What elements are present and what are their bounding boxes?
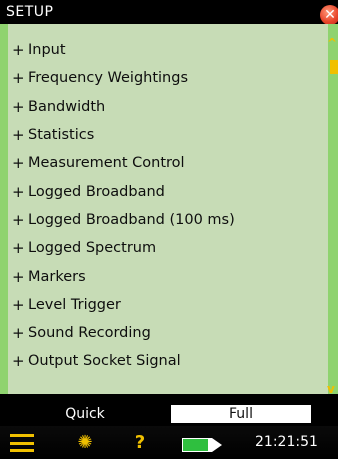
menu-item-input[interactable]: + Input bbox=[8, 36, 328, 64]
menu-item-label: Bandwidth bbox=[28, 98, 106, 115]
lightbulb-icon[interactable]: ✺ bbox=[74, 432, 96, 454]
chevron-up-icon[interactable]: ^ bbox=[327, 36, 337, 50]
scroll-thumb[interactable] bbox=[330, 60, 338, 74]
setup-menu-list: + Input + Frequency Weightings + Bandwid… bbox=[8, 24, 328, 376]
menu-item-label: Logged Broadband (100 ms) bbox=[28, 211, 235, 228]
left-accent-stripe bbox=[0, 24, 8, 394]
clock-time: 21:21:51 bbox=[255, 434, 318, 450]
window-title: SETUP bbox=[6, 4, 54, 20]
menu-item-output-socket-signal[interactable]: + Output Socket Signal bbox=[8, 347, 328, 375]
expand-icon: + bbox=[12, 182, 25, 201]
battery-icon[interactable] bbox=[182, 437, 222, 452]
expand-icon: + bbox=[12, 267, 25, 286]
menu-item-label: Sound Recording bbox=[28, 325, 151, 342]
vertical-scrollbar[interactable]: ^ v bbox=[327, 24, 338, 396]
status-bar: ✺ ? 21:21:51 bbox=[0, 426, 338, 459]
menu-item-logged-spectrum[interactable]: + Logged Spectrum bbox=[8, 234, 328, 262]
expand-icon: + bbox=[12, 126, 25, 145]
menu-item-markers[interactable]: + Markers bbox=[8, 262, 328, 290]
menu-item-label: Output Socket Signal bbox=[28, 353, 181, 370]
expand-icon: + bbox=[12, 239, 25, 258]
menu-item-label: Frequency Weightings bbox=[28, 70, 189, 87]
menu-item-measurement-control[interactable]: + Measurement Control bbox=[8, 149, 328, 177]
tab-quick[interactable]: Quick bbox=[30, 406, 140, 424]
menu-item-sound-recording[interactable]: + Sound Recording bbox=[8, 319, 328, 347]
menu-item-bandwidth[interactable]: + Bandwidth bbox=[8, 93, 328, 121]
question-icon[interactable]: ? bbox=[130, 432, 150, 454]
menu-item-statistics[interactable]: + Statistics bbox=[8, 121, 328, 149]
tab-bar: Quick Full bbox=[0, 394, 338, 426]
expand-icon: + bbox=[12, 154, 25, 173]
expand-icon: + bbox=[12, 97, 25, 116]
menu-item-label: Statistics bbox=[28, 127, 95, 144]
close-icon[interactable]: ✕ bbox=[320, 5, 338, 25]
menu-item-label: Markers bbox=[28, 268, 86, 285]
menu-item-label: Logged Spectrum bbox=[28, 240, 157, 257]
menu-item-label: Logged Broadband bbox=[28, 183, 165, 200]
menu-item-frequency-weightings[interactable]: + Frequency Weightings bbox=[8, 64, 328, 92]
expand-icon: + bbox=[12, 41, 25, 60]
expand-icon: + bbox=[12, 324, 25, 343]
expand-icon: + bbox=[12, 210, 25, 229]
hamburger-menu-icon[interactable] bbox=[10, 434, 34, 452]
expand-icon: + bbox=[12, 295, 25, 314]
menu-item-label: Level Trigger bbox=[28, 296, 121, 313]
setup-panel: + Input + Frequency Weightings + Bandwid… bbox=[8, 24, 328, 394]
title-bar: SETUP ✕ bbox=[0, 0, 338, 25]
menu-item-label: Measurement Control bbox=[28, 155, 185, 172]
menu-item-logged-broadband-100ms[interactable]: + Logged Broadband (100 ms) bbox=[8, 206, 328, 234]
expand-icon: + bbox=[12, 69, 25, 88]
menu-item-level-trigger[interactable]: + Level Trigger bbox=[8, 291, 328, 319]
tab-full[interactable]: Full bbox=[170, 404, 312, 424]
expand-icon: + bbox=[12, 352, 25, 371]
menu-item-label: Input bbox=[28, 42, 66, 59]
menu-item-logged-broadband[interactable]: + Logged Broadband bbox=[8, 177, 328, 205]
